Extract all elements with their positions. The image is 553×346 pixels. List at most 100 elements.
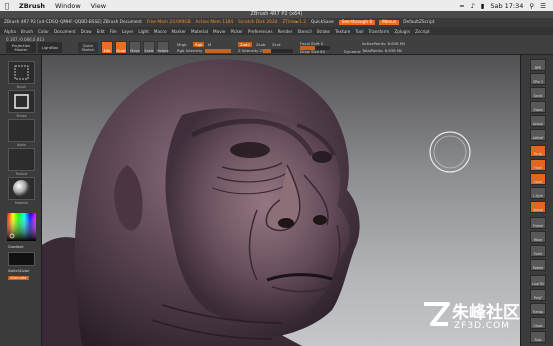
color-swatch[interactable] xyxy=(8,252,35,266)
material-slot[interactable]: Material xyxy=(8,177,35,205)
aahalf-button[interactable]: AAHalf xyxy=(530,129,546,141)
menu-zplugin[interactable]: Zplugin xyxy=(394,29,415,34)
scratch-disk: Scratch Disk 2034 xyxy=(238,20,278,25)
frame-button[interactable]: Frame xyxy=(530,217,546,229)
menu-movie[interactable]: Movie xyxy=(213,29,230,34)
menu-draw[interactable]: Draw xyxy=(81,29,97,34)
lsym-button[interactable]: L.Sym xyxy=(530,187,546,199)
document-info: ZBrush 4R7 P2 [x4-CDSQ-QMHF-QQBD-BSSE] Z… xyxy=(4,20,142,25)
scroll-button[interactable]: Scroll xyxy=(530,87,546,99)
apple-icon[interactable]:  xyxy=(0,2,14,10)
menu-tool[interactable]: Tool xyxy=(355,29,368,34)
menu-document[interactable]: Document xyxy=(54,29,81,34)
mrgb-button[interactable]: Mrgb xyxy=(177,42,187,47)
active-points: ActivePoints: 6.638 Mil xyxy=(362,41,406,46)
lightbox-button[interactable]: LightBox xyxy=(38,42,62,53)
watermark-title: 朱峰社区 xyxy=(452,303,520,323)
rgb-intensity-label[interactable]: Rgb Intensity xyxy=(177,48,202,53)
alternate-button[interactable]: Alternate xyxy=(8,276,29,280)
zsub-button[interactable]: Zsub xyxy=(256,42,265,47)
brush-slot[interactable]: Brush xyxy=(8,61,35,89)
scale-button[interactable]: Scale xyxy=(530,245,546,257)
draw-size-label[interactable]: Draw Size 64 xyxy=(300,49,325,54)
menu-material[interactable]: Material xyxy=(191,29,213,34)
window-menu[interactable]: Window xyxy=(50,2,86,10)
ztime: ZTime►1.2 xyxy=(282,20,306,25)
stroke-slot[interactable]: Stroke xyxy=(8,90,35,118)
menu-layer[interactable]: Layer xyxy=(122,29,139,34)
alpha-slot[interactable]: Alpha xyxy=(8,119,35,147)
projection-master-button[interactable]: Projection Master xyxy=(6,42,36,53)
rgb-button[interactable]: Rgb xyxy=(193,42,205,47)
menu-preferences[interactable]: Preferences xyxy=(248,29,278,34)
floor-button[interactable]: Floor xyxy=(530,159,546,171)
zadd-button[interactable]: Zadd xyxy=(238,42,252,47)
z-intensity-slider[interactable] xyxy=(263,49,293,53)
menu-stencil[interactable]: Stencil xyxy=(297,29,316,34)
menu-render[interactable]: Render xyxy=(278,29,298,34)
z-intensity-label[interactable]: Z Intensity 25 xyxy=(238,48,264,53)
m-button[interactable]: M xyxy=(208,42,211,47)
menu-alpha[interactable]: Alpha xyxy=(4,29,21,34)
menu-transform[interactable]: Transform xyxy=(368,29,394,34)
total-points: TotalPoints: 6.638 Mil xyxy=(362,48,403,53)
material-slot-label: Material xyxy=(15,201,28,205)
battery-icon[interactable]: ▮ xyxy=(478,2,488,10)
stroke-thumbnail-icon xyxy=(14,94,29,109)
menu-light[interactable]: Light xyxy=(138,29,153,34)
bpr-button[interactable]: BPR xyxy=(530,59,546,71)
active-mem: Active Mem 1184 xyxy=(195,20,234,25)
spix-button[interactable]: SPix 3 xyxy=(530,73,546,85)
rgb-intensity-slider[interactable] xyxy=(205,49,231,53)
window-title: ZBrush 4R7 P2 (x64) xyxy=(0,11,553,18)
edit-tool-button[interactable]: Edit xyxy=(101,41,113,54)
menus-button[interactable]: Menus xyxy=(379,20,400,25)
scale-tool-button[interactable]: Scale xyxy=(143,41,155,54)
clock[interactable]: Sab 17:34 xyxy=(487,2,526,10)
see-through-slider[interactable]: See-through 0 xyxy=(338,20,376,25)
zcut-button[interactable]: Zcut xyxy=(272,42,281,47)
view-menu[interactable]: View xyxy=(86,2,111,10)
material-sphere-icon xyxy=(13,180,30,197)
menu-picker[interactable]: Picker xyxy=(230,29,247,34)
menu-color[interactable]: Color xyxy=(38,29,54,34)
volume-icon[interactable]: ♪ xyxy=(468,2,478,10)
wifi-icon[interactable]: ≈ xyxy=(456,2,467,10)
switch-color-button[interactable]: SwitchColor xyxy=(8,269,29,273)
persp-button[interactable]: Persp xyxy=(530,145,546,157)
move-tool-button[interactable]: Move xyxy=(129,41,141,54)
top-shelf: 0.187,-0.086,0.813 Projection Master Lig… xyxy=(0,35,553,55)
menu-stroke[interactable]: Stroke xyxy=(317,29,335,34)
linefill-button[interactable]: Line Fill xyxy=(530,275,546,287)
texture-slot[interactable]: Texture xyxy=(8,148,35,176)
menu-macro[interactable]: Macro xyxy=(154,29,172,34)
color-picker[interactable] xyxy=(7,213,36,241)
menu-zscript[interactable]: Zscript xyxy=(415,29,435,34)
menu-texture[interactable]: Texture xyxy=(335,29,355,34)
search-icon[interactable]: ⚲ xyxy=(526,2,537,10)
left-tray: Brush Stroke Alpha Texture Material Grad… xyxy=(0,55,42,346)
watermark-domain: ZF3D.COM xyxy=(454,321,510,331)
menu-marker[interactable]: Marker xyxy=(172,29,191,34)
default-zscript-button[interactable]: DefaultZScript xyxy=(403,20,439,25)
menu-list-icon[interactable]: ☰ xyxy=(537,2,549,10)
alpha-slot-label: Alpha xyxy=(16,143,27,147)
gradient-button[interactable]: Gradient xyxy=(8,245,24,249)
dynamic-button[interactable]: Dynamic xyxy=(344,49,361,54)
free-mem: Free Mem 23.099GB xyxy=(146,20,191,25)
zoom-button[interactable]: Zoom xyxy=(530,101,546,113)
zbrush-main-menu: Alpha Brush Color Document Draw Edit Fil… xyxy=(0,27,553,35)
actual-button[interactable]: Actual xyxy=(530,115,546,127)
menu-edit[interactable]: Edit xyxy=(97,29,110,34)
move-button[interactable]: Move xyxy=(530,231,546,243)
app-menu[interactable]: ZBrush xyxy=(14,2,50,10)
rotate-button[interactable]: Rotate xyxy=(530,259,546,271)
quick-sketch-button[interactable]: Quick Sketch xyxy=(78,42,98,53)
menu-file[interactable]: File xyxy=(110,29,122,34)
menu-brush[interactable]: Brush xyxy=(21,29,38,34)
rotate-tool-button[interactable]: Rotate xyxy=(157,41,169,54)
local-button[interactable]: Local xyxy=(530,173,546,185)
draw-tool-button[interactable]: Draw xyxy=(115,41,127,54)
quicksave-button[interactable]: QuickSave xyxy=(311,20,339,25)
xpose-button[interactable]: Xpose xyxy=(530,201,546,213)
